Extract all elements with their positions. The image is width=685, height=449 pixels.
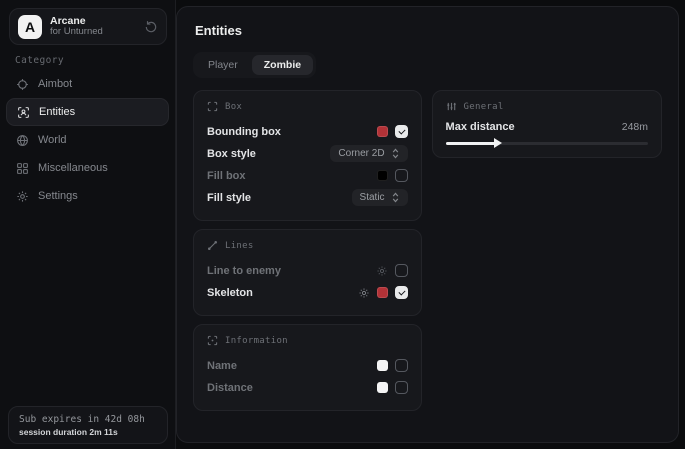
- box-corners-icon: [207, 101, 218, 112]
- slider-fill: [446, 142, 497, 145]
- arcane-cheat-window: { "app": { "name": "Arcane", "subtitle":…: [0, 0, 685, 449]
- setting-row-distance: Distance: [207, 377, 408, 398]
- bounding-box-checkbox[interactable]: [395, 125, 408, 138]
- max-distance-slider[interactable]: [446, 142, 648, 145]
- setting-row-fill-box: Fill box: [207, 165, 408, 186]
- information-card-title: Information: [225, 336, 288, 346]
- sidebar-nav: Aimbot Entities World: [6, 70, 169, 210]
- tab-player[interactable]: Player: [196, 55, 250, 75]
- general-card: General Max distance 248m: [432, 90, 662, 158]
- sidebar-item-label: Settings: [38, 190, 78, 202]
- sidebar-item-world[interactable]: World: [6, 126, 169, 154]
- sub-expiry-text: Sub expires in 42d 08h: [19, 414, 157, 425]
- unfold-icon: [391, 148, 400, 159]
- line-settings-gear-icon[interactable]: [376, 265, 388, 277]
- color-swatch-red[interactable]: [377, 126, 388, 137]
- tab-zombie[interactable]: Zombie: [252, 55, 313, 75]
- setting-row-skeleton: Skeleton: [207, 282, 408, 303]
- entity-tabs: Player Zombie: [193, 52, 316, 78]
- main-panel: Entities Player Zombie Box Bounding box: [176, 6, 679, 443]
- sidebar-item-label: World: [38, 134, 67, 146]
- grid-icon: [16, 162, 29, 175]
- gear-icon: [16, 190, 29, 203]
- sidebar-item-entities[interactable]: Entities: [6, 98, 169, 126]
- distance-checkbox[interactable]: [395, 381, 408, 394]
- entity-scan-icon: [17, 106, 30, 119]
- setting-row-box-style: Box style Corner 2D: [207, 143, 408, 164]
- page-title: Entities: [195, 23, 662, 38]
- max-distance-setting: Max distance 248m: [446, 121, 648, 145]
- line-icon: [207, 240, 218, 251]
- color-swatch-white[interactable]: [377, 360, 388, 371]
- sliders-icon: [446, 101, 457, 112]
- setting-row-name: Name: [207, 355, 408, 376]
- session-duration-text: session duration 2m 11s: [19, 427, 157, 437]
- setting-row-bounding-box: Bounding box: [207, 121, 408, 142]
- max-distance-value: 248m: [622, 121, 648, 133]
- sidebar-item-label: Entities: [39, 106, 75, 118]
- lines-card-title: Lines: [225, 241, 254, 251]
- fill-style-dropdown[interactable]: Static: [352, 189, 408, 206]
- information-card: Information Name Distance: [193, 324, 422, 411]
- unfold-icon: [391, 192, 400, 203]
- skeleton-settings-gear-icon[interactable]: [358, 287, 370, 299]
- sidebar-item-settings[interactable]: Settings: [6, 182, 169, 210]
- box-card-header: Box: [207, 101, 408, 112]
- sidebar: A Arcane for Unturned Category Aimbot: [0, 0, 176, 449]
- setting-row-line-to-enemy: Line to enemy: [207, 260, 408, 281]
- sidebar-item-label: Miscellaneous: [38, 162, 108, 174]
- skeleton-checkbox[interactable]: [395, 286, 408, 299]
- box-card: Box Bounding box Box style Corner 2D: [193, 90, 422, 221]
- fill-box-checkbox[interactable]: [395, 169, 408, 182]
- app-header-card: A Arcane for Unturned: [9, 8, 167, 45]
- app-names: Arcane for Unturned: [50, 15, 136, 38]
- color-swatch-white[interactable]: [377, 382, 388, 393]
- information-card-header: Information: [207, 335, 408, 346]
- general-card-title: General: [464, 102, 504, 112]
- lines-card-header: Lines: [207, 240, 408, 251]
- lines-card: Lines Line to enemy: [193, 229, 422, 316]
- setting-row-fill-style: Fill style Static: [207, 187, 408, 208]
- crosshair-icon: [16, 78, 29, 91]
- sidebar-item-label: Aimbot: [38, 78, 72, 90]
- name-checkbox[interactable]: [395, 359, 408, 372]
- globe-icon: [16, 134, 29, 147]
- sidebar-item-miscellaneous[interactable]: Miscellaneous: [6, 154, 169, 182]
- app-subtitle: for Unturned: [50, 27, 136, 38]
- color-swatch-black[interactable]: [377, 170, 388, 181]
- category-label: Category: [15, 55, 64, 66]
- refresh-icon[interactable]: [144, 20, 158, 34]
- color-swatch-red[interactable]: [377, 287, 388, 298]
- general-card-header: General: [446, 101, 648, 112]
- info-scan-icon: [207, 335, 218, 346]
- box-card-title: Box: [225, 102, 242, 112]
- max-distance-label: Max distance: [446, 121, 515, 133]
- line-to-enemy-checkbox[interactable]: [395, 264, 408, 277]
- slider-thumb-arrow[interactable]: [494, 138, 502, 148]
- sidebar-item-aimbot[interactable]: Aimbot: [6, 70, 169, 98]
- subscription-card: Sub expires in 42d 08h session duration …: [8, 406, 168, 444]
- box-style-dropdown[interactable]: Corner 2D: [330, 145, 407, 162]
- app-logo: A: [18, 15, 42, 39]
